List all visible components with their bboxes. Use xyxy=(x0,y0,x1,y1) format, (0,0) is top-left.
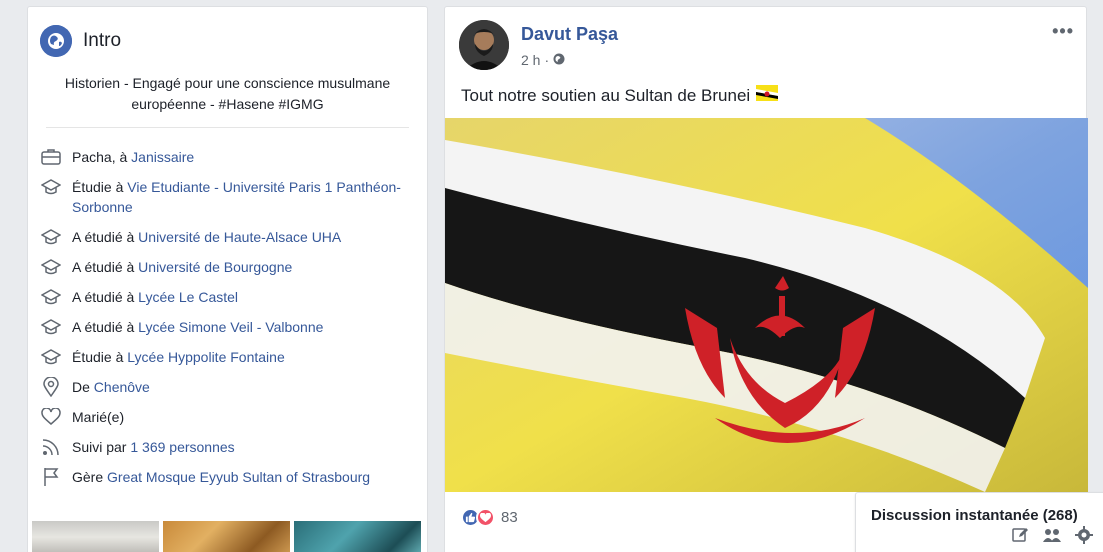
intro-link-bourgogne[interactable]: Université de Bourgogne xyxy=(138,259,292,275)
intro-link-janissaire[interactable]: Janissaire xyxy=(131,149,194,165)
intro-item-label: Suivi par xyxy=(72,439,131,455)
intro-title: Intro xyxy=(83,30,122,51)
meta-separator: · xyxy=(544,52,550,68)
post-card: Davut Paşa 2 h · ••• Tout notre soutien … xyxy=(444,6,1088,552)
intro-item-followers: Suivi par 1 369 personnes xyxy=(40,437,415,457)
intro-item-education: A étudié à Lycée Simone Veil - Valbonne xyxy=(40,317,415,337)
intro-item-label: Pacha, à xyxy=(72,149,132,165)
intro-item-label: A étudié à xyxy=(72,289,139,305)
chat-title[interactable]: Discussion instantanée (268) xyxy=(871,507,1078,524)
graduation-cap-icon xyxy=(40,257,62,277)
love-reaction-icon xyxy=(476,508,495,527)
rss-icon xyxy=(40,437,62,457)
intro-item-label: A étudié à xyxy=(72,259,139,275)
intro-link-hyppolite[interactable]: Lycée Hyppolite Fontaine xyxy=(127,349,284,365)
post-author[interactable]: Davut Paşa xyxy=(521,24,618,45)
graduation-cap-icon xyxy=(40,227,62,247)
photo-thumbnail[interactable] xyxy=(32,521,159,552)
intro-item-label: De xyxy=(72,379,94,395)
post-meta: 2 h · xyxy=(521,52,565,68)
intro-link-mosque[interactable]: Great Mosque Eyyub Sultan of Strasbourg xyxy=(107,469,370,485)
intro-item-label: Étudie à xyxy=(72,349,128,365)
chat-bar[interactable]: Discussion instantanée (268) xyxy=(855,492,1103,552)
flag-icon xyxy=(40,467,62,487)
post-text: Tout notre soutien au Sultan de Brunei xyxy=(461,85,779,106)
photo-strip xyxy=(32,521,421,552)
brunei-flag-icon xyxy=(756,85,779,106)
intro-item-education: A étudié à Université de Bourgogne xyxy=(40,257,415,277)
intro-card: Intro Historien - Engagé pour une consci… xyxy=(27,6,428,552)
intro-link-uha[interactable]: Université de Haute-Alsace UHA xyxy=(138,229,341,245)
compose-icon[interactable] xyxy=(1010,525,1030,545)
graduation-cap-icon xyxy=(40,287,62,307)
post-image[interactable] xyxy=(445,118,1088,492)
gear-icon[interactable] xyxy=(1074,525,1094,545)
post-header: Davut Paşa 2 h · ••• xyxy=(445,7,1086,77)
intro-item-education: A étudié à Lycée Le Castel xyxy=(40,287,415,307)
post-options-button[interactable]: ••• xyxy=(1052,21,1074,42)
intro-item-manages: Gère Great Mosque Eyyub Sultan of Strasb… xyxy=(40,467,415,487)
intro-item-label: A étudié à xyxy=(72,319,139,335)
intro-link-chenove[interactable]: Chenôve xyxy=(94,379,150,395)
post-time[interactable]: 2 h xyxy=(521,52,540,68)
location-pin-icon xyxy=(40,377,62,397)
avatar[interactable] xyxy=(459,20,509,70)
intro-item-education: Étudie à Vie Etudiante - Université Pari… xyxy=(40,177,415,217)
reaction-count: 83 xyxy=(501,509,518,526)
intro-item-education: A étudié à Université de Haute-Alsace UH… xyxy=(40,227,415,247)
public-globe-icon xyxy=(553,52,565,68)
intro-bio: Historien - Engagé pour une conscience m… xyxy=(46,73,409,128)
reactions-summary[interactable]: 83 xyxy=(461,508,518,527)
graduation-cap-icon xyxy=(40,317,62,337)
post-text-content: Tout notre soutien au Sultan de Brunei xyxy=(461,85,751,105)
graduation-cap-icon xyxy=(40,347,62,367)
intro-item-label: A étudié à xyxy=(72,229,139,245)
graduation-cap-icon xyxy=(40,177,62,197)
group-icon[interactable] xyxy=(1042,525,1062,545)
intro-link-followers[interactable]: 1 369 personnes xyxy=(130,439,234,455)
intro-item-work: Pacha, à Janissaire xyxy=(40,147,415,167)
globe-icon xyxy=(40,25,72,57)
photo-thumbnail[interactable] xyxy=(294,521,421,552)
intro-item-label: Étudie à xyxy=(72,179,128,195)
intro-item-label: Gère xyxy=(72,469,108,485)
intro-item-label: Marié(e) xyxy=(72,409,125,425)
intro-item-education: Étudie à Lycée Hyppolite Fontaine xyxy=(40,347,415,367)
intro-list: Pacha, à Janissaire Étudie à Vie Etudian… xyxy=(28,128,427,487)
intro-item-hometown: De Chenôve xyxy=(40,377,415,397)
intro-header: Intro xyxy=(28,7,427,59)
photo-thumbnail[interactable] xyxy=(163,521,290,552)
intro-item-relationship: Marié(e) xyxy=(40,407,415,427)
intro-link-simone-veil[interactable]: Lycée Simone Veil - Valbonne xyxy=(138,319,323,335)
heart-icon xyxy=(40,407,62,427)
chat-controls xyxy=(1010,525,1094,545)
intro-link-castel[interactable]: Lycée Le Castel xyxy=(138,289,238,305)
briefcase-icon xyxy=(40,147,62,167)
